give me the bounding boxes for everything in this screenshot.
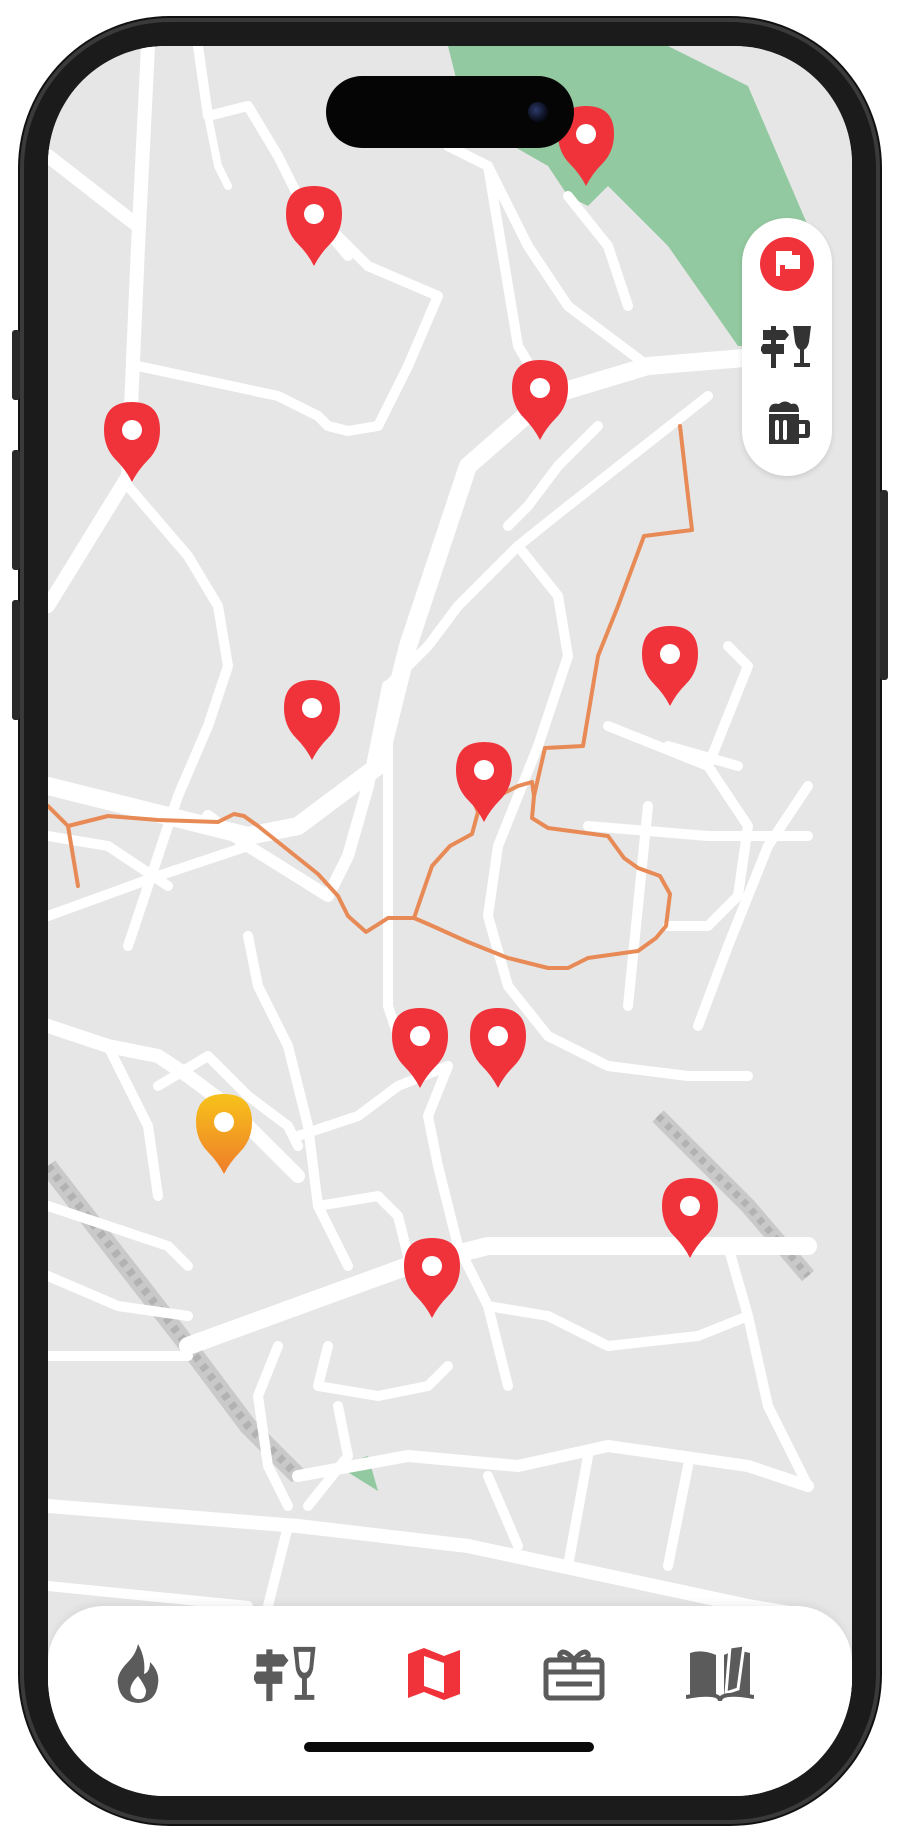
gift-card-icon: [543, 1649, 605, 1701]
map-pin-icon: [662, 1178, 718, 1258]
power-button: [880, 490, 888, 680]
volume-down-button: [12, 600, 20, 720]
front-camera: [528, 102, 548, 122]
map-pin[interactable]: [284, 184, 344, 268]
map-pin[interactable]: [454, 740, 514, 824]
map-pin[interactable]: [640, 624, 700, 708]
map-pin[interactable]: [510, 358, 570, 442]
volume-up-button: [12, 450, 20, 570]
map-pin-icon: [456, 742, 512, 822]
screen: [48, 46, 852, 1796]
filter-flag-button[interactable]: [753, 230, 821, 298]
map-pin[interactable]: [402, 1236, 462, 1320]
filter-bar-button[interactable]: [753, 312, 821, 380]
map-pin-icon: [512, 360, 568, 440]
home-indicator[interactable]: [304, 1742, 594, 1752]
map-icon: [408, 1648, 460, 1700]
signpost-glass-icon: [761, 326, 811, 368]
open-book-icon: [686, 1645, 754, 1702]
beer-mug-icon: [769, 401, 810, 444]
map-pin-icon: [642, 626, 698, 706]
map-pin[interactable]: [282, 678, 342, 762]
filter-pub-button[interactable]: [753, 390, 821, 458]
flag-icon: [760, 237, 814, 291]
map-pin-icon: [404, 1238, 460, 1318]
map-pin-highlighted[interactable]: [194, 1092, 254, 1176]
map-pin[interactable]: [468, 1006, 528, 1090]
map-pin[interactable]: [102, 400, 162, 484]
map-pin[interactable]: [660, 1176, 720, 1260]
action-button: [12, 330, 20, 400]
map-pin-icon: [284, 680, 340, 760]
tab-popular[interactable]: [98, 1634, 178, 1714]
tab-map[interactable]: [394, 1634, 474, 1714]
map-pin-icon: [470, 1008, 526, 1088]
map-pin[interactable]: [390, 1006, 450, 1090]
tab-rewards[interactable]: [534, 1634, 614, 1714]
map-canvas[interactable]: [48, 46, 852, 1796]
map-filter-panel: [742, 218, 832, 476]
map-pin-icon: [286, 186, 342, 266]
map-pin-icon: [392, 1008, 448, 1088]
flame-icon: [117, 1644, 159, 1703]
map-pin-icon: [196, 1094, 252, 1174]
tab-guide[interactable]: [680, 1634, 760, 1714]
tab-bar: [48, 1606, 852, 1796]
dynamic-island: [326, 76, 574, 148]
map-pin-icon: [104, 402, 160, 482]
signpost-glass-icon: [254, 1646, 316, 1702]
tab-places[interactable]: [246, 1634, 326, 1714]
